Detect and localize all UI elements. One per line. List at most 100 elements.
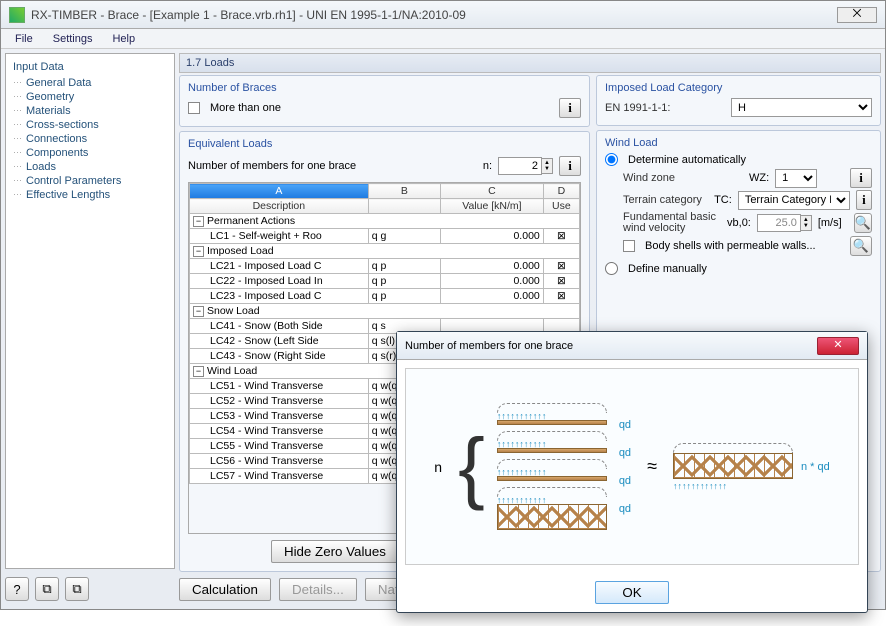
terrain-info-button[interactable]: i [856, 190, 872, 210]
imposed-fieldset: Imposed Load Category EN 1991-1-1: H [596, 75, 881, 126]
section-header: 1.7 Loads [179, 53, 881, 73]
body-detail-button[interactable]: 🔍 [850, 236, 872, 256]
tree-panel: Input Data General DataGeometryMaterials… [5, 53, 175, 569]
col-a-header[interactable]: A [190, 184, 369, 199]
spinner-arrows-icon[interactable]: ▲▼ [542, 158, 553, 174]
qd-1: qd [619, 419, 631, 431]
imposed-std-label: EN 1991-1-1: [605, 102, 725, 114]
dialog-close-button[interactable]: ✕ [817, 337, 859, 355]
menu-help[interactable]: Help [102, 31, 145, 47]
vb-detail-button[interactable]: 🔍 [854, 213, 872, 233]
bottom-icon-row: ? ⧉ ⧉ [5, 573, 175, 605]
approx-symbol: ≈ [647, 456, 657, 477]
menu-settings[interactable]: Settings [43, 31, 103, 47]
braces-fieldset: Number of Braces More than one i [179, 75, 590, 127]
terrain-select[interactable]: Terrain Category II [738, 191, 850, 210]
qd-4: qd [619, 503, 631, 515]
tree-item[interactable]: Components [8, 146, 172, 160]
wind-zone-label: Wind zone [623, 172, 743, 184]
tree-item[interactable]: Connections [8, 132, 172, 146]
expander-icon[interactable]: − [193, 306, 204, 317]
wind-auto-radio[interactable] [605, 153, 618, 166]
table-row[interactable]: LC23 - Imposed Load Cq p0.000⊠ [190, 289, 580, 304]
beam-2: ↑↑↑↑↑↑↑↑↑↑↑ [497, 431, 607, 453]
members-dialog: Number of members for one brace ✕ n { ↑↑… [396, 331, 868, 613]
help-icon[interactable]: ? [5, 577, 29, 601]
imposed-category-select[interactable]: H [731, 98, 872, 117]
dialog-titlebar: Number of members for one brace ✕ [397, 332, 867, 360]
nstar-label: n * qd [801, 461, 830, 473]
details-button[interactable]: Details... [279, 578, 357, 601]
export2-icon[interactable]: ⧉ [65, 577, 89, 601]
vb-unit: [m/s] [818, 217, 842, 229]
col-desc-header: Description [190, 199, 369, 214]
table-row[interactable]: LC21 - Imposed Load Cq p0.000⊠ [190, 259, 580, 274]
wind-title: Wind Load [605, 137, 872, 149]
more-than-one-label: More than one [210, 102, 281, 114]
terrain-label: Terrain category [623, 194, 708, 206]
expander-icon[interactable]: − [193, 246, 204, 257]
wind-zone-select[interactable]: 1 [775, 169, 817, 188]
result-truss [673, 443, 793, 479]
qd-2: qd [619, 447, 631, 459]
tree-item[interactable]: General Data [8, 76, 172, 90]
titlebar: RX-TIMBER - Brace - [Example 1 - Brace.v… [1, 1, 885, 29]
qd-3: qd [619, 475, 631, 487]
body-shells-label: Body shells with permeable walls... [645, 240, 816, 252]
col-d-header[interactable]: D [543, 184, 579, 199]
tree-item[interactable]: Control Parameters [8, 174, 172, 188]
app-icon [9, 7, 25, 23]
beam-truss: ↑↑↑↑↑↑↑↑↑↑↑ [497, 487, 607, 530]
n-short-label: n: [483, 160, 492, 172]
vb-arrows-icon[interactable]: ▲▼ [801, 215, 812, 231]
menubar: File Settings Help [1, 29, 885, 49]
vb-label: Fundamental basic wind velocity [623, 212, 721, 234]
vb-short: vb,0: [727, 217, 751, 229]
wz-short: WZ: [749, 172, 769, 184]
braces-info-button[interactable]: i [559, 98, 581, 118]
wind-zone-info-button[interactable]: i [850, 168, 872, 188]
col-val-header: Value [kN/m] [441, 199, 544, 214]
group-row[interactable]: −Permanent Actions [190, 214, 580, 229]
more-than-one-checkbox[interactable] [188, 102, 200, 114]
beam-1: ↑↑↑↑↑↑↑↑↑↑↑ [497, 403, 607, 425]
wind-manual-radio[interactable] [605, 262, 618, 275]
dialog-diagram: n { ↑↑↑↑↑↑↑↑↑↑↑ ↑↑↑↑↑↑↑↑↑↑↑ ↑↑↑↑↑↑↑↑↑↑↑ … [405, 368, 859, 565]
window-close-button[interactable]: ⨉ [837, 7, 877, 23]
vb-input[interactable] [757, 214, 801, 232]
group-row[interactable]: −Imposed Load [190, 244, 580, 259]
table-row[interactable]: LC1 - Self-weight + Rooq g0.000⊠ [190, 229, 580, 244]
group-row[interactable]: −Snow Load [190, 304, 580, 319]
menu-file[interactable]: File [5, 31, 43, 47]
body-shells-checkbox[interactable] [623, 240, 635, 252]
tree-item[interactable]: Materials [8, 104, 172, 118]
tree-item[interactable]: Loads [8, 160, 172, 174]
n-input[interactable] [498, 157, 542, 175]
vb-spinner[interactable]: ▲▼ [757, 214, 812, 232]
tree-root[interactable]: Input Data [8, 58, 172, 76]
diagram-n-label: n [434, 459, 442, 475]
expander-icon[interactable]: − [193, 366, 204, 377]
tree-item[interactable]: Effective Lengths [8, 188, 172, 202]
col-c-header[interactable]: C [441, 184, 544, 199]
col-b-header[interactable]: B [368, 184, 440, 199]
window-title: RX-TIMBER - Brace - [Example 1 - Brace.v… [31, 8, 466, 22]
tree-item[interactable]: Cross-sections [8, 118, 172, 132]
wind-auto-label: Determine automatically [628, 154, 746, 166]
ok-button[interactable]: OK [595, 581, 669, 604]
export1-icon[interactable]: ⧉ [35, 577, 59, 601]
wind-manual-label: Define manually [628, 263, 707, 275]
bracket-icon: { [458, 437, 485, 497]
equiv-info-button[interactable]: i [559, 156, 581, 176]
tree-item[interactable]: Geometry [8, 90, 172, 104]
expander-icon[interactable]: − [193, 216, 204, 227]
hide-zero-button[interactable]: Hide Zero Values [271, 540, 399, 563]
table-row[interactable]: LC22 - Imposed Load Inq p0.000⊠ [190, 274, 580, 289]
col-use-header: Use [543, 199, 579, 214]
calculation-button[interactable]: Calculation [179, 578, 271, 601]
dialog-footer: OK [397, 573, 867, 612]
dialog-title: Number of members for one brace [405, 340, 573, 352]
n-spinner[interactable]: ▲▼ [498, 157, 553, 175]
beam-3: ↑↑↑↑↑↑↑↑↑↑↑ [497, 459, 607, 481]
dialog-body: n { ↑↑↑↑↑↑↑↑↑↑↑ ↑↑↑↑↑↑↑↑↑↑↑ ↑↑↑↑↑↑↑↑↑↑↑ … [397, 360, 867, 573]
